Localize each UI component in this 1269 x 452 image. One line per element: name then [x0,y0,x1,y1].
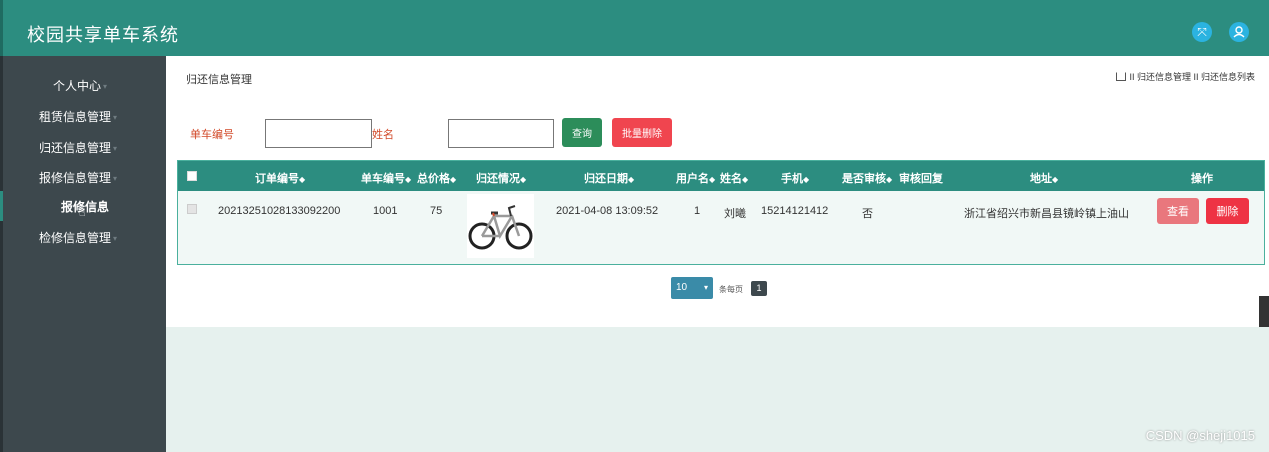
header-username[interactable]: 用户名◆ [676,170,715,186]
header-order-no[interactable]: 订单编号◆ [255,170,305,186]
header-audited[interactable]: 是否审核◆ [842,170,892,186]
header-reply: 审核回复 [899,173,943,185]
bike-number-input[interactable] [265,119,372,148]
cell-return-date: 2021-04-08 13:09:52 [556,205,659,217]
header-name[interactable]: 姓名◆ [720,170,748,186]
query-button[interactable]: 查询 [562,118,602,147]
name-label: 姓名 [372,129,394,141]
breadcrumb: II 归还信息管理 II 归还信息列表 [1116,70,1255,83]
page-title: 归还信息管理 [186,74,252,86]
cell-name: 刘曦 [724,208,746,220]
table-row: 20213251028133092200 1001 75 2021-04-08 … [178,191,1264,264]
cell-order-no: 20213251028133092200 [218,205,341,217]
page-number-button[interactable]: 1 [751,281,767,296]
header-return-date[interactable]: 归还日期◆ [584,170,634,186]
name-input[interactable] [448,119,554,148]
page-size-select[interactable]: 10 ▾ [671,277,713,299]
scroll-handle[interactable] [1259,296,1269,327]
select-all-checkbox[interactable] [187,171,197,181]
per-page-label: 条每页 [719,285,743,294]
delete-button[interactable]: 删除 [1206,198,1249,224]
bike-number-label: 单车编号 [190,129,234,141]
cell-address: 浙江省绍兴市新昌县镜岭镇上油山 [964,208,1129,220]
sidebar-item-repair-info[interactable]: 报修信息 ☝ [0,191,163,221]
user-icon[interactable] [1229,22,1249,42]
app-title: 校园共享单车系统 [27,25,179,45]
bicycle-image [467,194,534,258]
table-header: 订单编号◆ 单车编号◆ 总价格◆ 归还情况◆ 归还日期◆ 用户名◆ 姓名◆ 手机… [178,161,1264,191]
cell-phone: 15214121412 [761,205,829,217]
header-price[interactable]: 总价格◆ [417,170,456,186]
cell-username: 1 [694,205,701,217]
cell-price: 75 [430,205,443,217]
sidebar: 个人中心 ▾ 租赁信息管理 ▾ 归还信息管理 ▾ 报修信息管理 ▾ 报修信息 ☝ 检修信… [0,56,166,452]
hand-cursor-icon: ☝ [79,207,86,219]
main-content: 归还信息管理 II 归还信息管理 II 归还信息列表 单车编号 姓名 查询 批量… [166,56,1269,327]
chevron-down-icon: ▾ [703,283,708,292]
top-bar: 校园共享单车系统 ⤧ [0,0,1269,56]
cell-bike-no: 1001 [373,205,398,217]
header-bike-no[interactable]: 单车编号◆ [361,170,411,186]
header-phone[interactable]: 手机◆ [781,170,809,186]
home-icon[interactable] [1116,72,1127,81]
return-info-table: 订单编号◆ 单车编号◆ 总价格◆ 归还情况◆ 归还日期◆ 用户名◆ 姓名◆ 手机… [177,160,1265,265]
header-return-status[interactable]: 归还情况◆ [476,170,526,186]
header-address[interactable]: 地址◆ [1030,170,1058,186]
header-actions: 操作 [1191,173,1213,185]
view-button[interactable]: 查看 [1157,198,1199,224]
row-checkbox[interactable] [187,204,197,214]
watermark: CSDN @sheji1015 [1145,428,1255,443]
expand-icon[interactable]: ⤧ [1192,22,1212,42]
batch-delete-button[interactable]: 批量删除 [612,118,672,147]
cell-audited: 否 [862,208,873,220]
